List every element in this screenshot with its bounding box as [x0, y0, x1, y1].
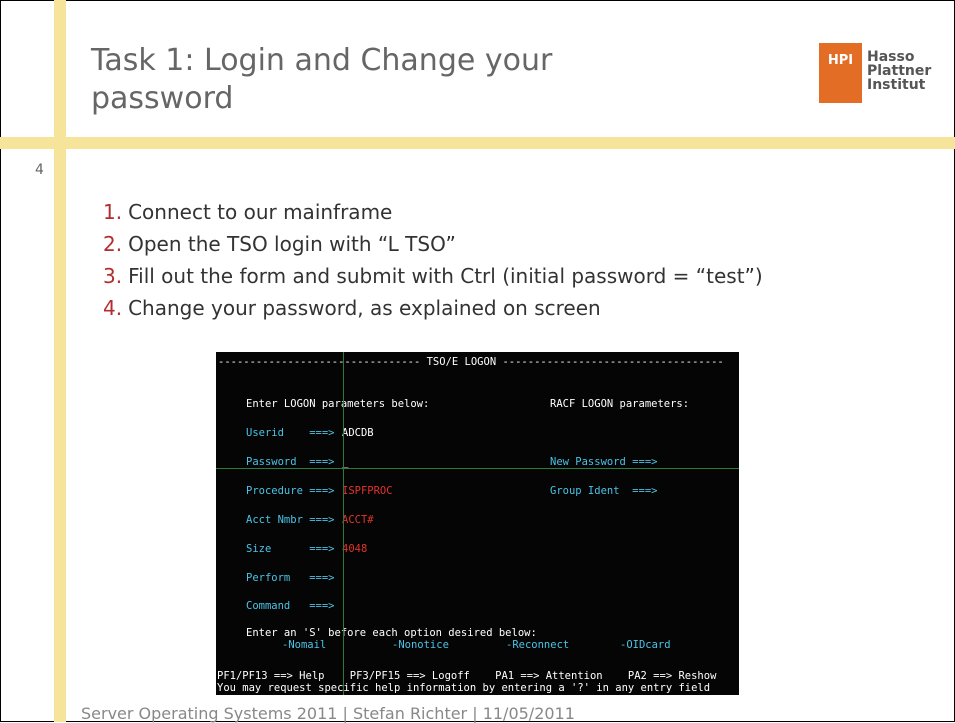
crosshair-horizontal [216, 468, 739, 469]
password-label: Password ===> [246, 456, 335, 468]
logo-line-3: Institut [867, 77, 926, 93]
userid-field[interactable]: ADCDB [342, 427, 374, 439]
option-oidcard[interactable]: -OIDcard [620, 639, 671, 651]
tso-logon-terminal[interactable]: -------------------------------- TSO/E L… [216, 352, 739, 695]
step-text: Open the TSO login with “L TSO” [128, 232, 456, 256]
enter-params-label: Enter LOGON parameters below: [246, 398, 430, 410]
userid-label: Userid ===> [246, 427, 335, 439]
step-text: Connect to our mainframe [128, 200, 393, 224]
logo-line-2: Plattner [867, 63, 932, 79]
step-item: 1. Connect to our mainframe [103, 196, 763, 228]
step-item: 4. Change your password, as explained on … [103, 292, 763, 324]
step-number: 4. [103, 296, 123, 320]
step-text: Change your password, as explained on sc… [128, 296, 601, 320]
step-list: 1. Connect to our mainframe 2. Open the TS… [103, 196, 763, 324]
step-number: 2. [103, 232, 123, 256]
hpi-logo-text: Hasso Plattner Institut [867, 50, 955, 92]
option-nonotice[interactable]: -Nonotice [392, 639, 449, 651]
logo-line-1: Hasso [867, 49, 915, 65]
racf-params-label: RACF LOGON parameters: [550, 398, 690, 410]
slide-number: 4 [35, 162, 44, 178]
size-field[interactable]: 4048 [342, 543, 367, 555]
step-number: 1. [103, 200, 123, 224]
pf-keys-line: PF1/PF13 ==> Help PF3/PF15 ==> Logoff PA… [217, 670, 717, 682]
step-item: 2. Open the TSO login with “L TSO” [103, 228, 763, 260]
acct-label: Acct Nmbr ===> [246, 514, 335, 526]
step-text: Fill out the form and submit with Ctrl (… [128, 264, 763, 288]
slide-footer: Server Operating Systems 2011 | Stefan R… [81, 704, 575, 723]
options-prompt: Enter an 'S' before each option desired … [246, 627, 537, 639]
step-item: 3. Fill out the form and submit with Ctrl… [103, 260, 763, 292]
slide-title: Task 1: Login and Change your password [91, 43, 553, 116]
crosshair-vertical [343, 352, 344, 695]
procedure-label: Procedure ===> [246, 485, 335, 497]
hpi-logo-box: HPI [819, 43, 862, 103]
procedure-field[interactable]: ISPFPROC [342, 485, 393, 497]
size-label: Size ===> [246, 543, 335, 555]
perform-field[interactable]: Perform ===> [246, 572, 335, 584]
help-line: You may request specific help informatio… [217, 682, 711, 694]
accent-horizontal-bar [0, 137, 955, 149]
acct-field[interactable]: ACCT# [342, 514, 374, 526]
terminal-header: -------------------------------- TSO/E L… [218, 356, 724, 368]
group-ident-field[interactable]: Group Ident ===> [550, 485, 657, 497]
option-nomail[interactable]: -Nomail [282, 639, 326, 651]
step-number: 3. [103, 264, 123, 288]
command-field[interactable]: Command ===> [246, 600, 335, 612]
new-password-field[interactable]: New Password ===> [550, 456, 657, 468]
option-reconnect[interactable]: -Reconnect [506, 639, 569, 651]
accent-vertical-bar [54, 0, 66, 722]
